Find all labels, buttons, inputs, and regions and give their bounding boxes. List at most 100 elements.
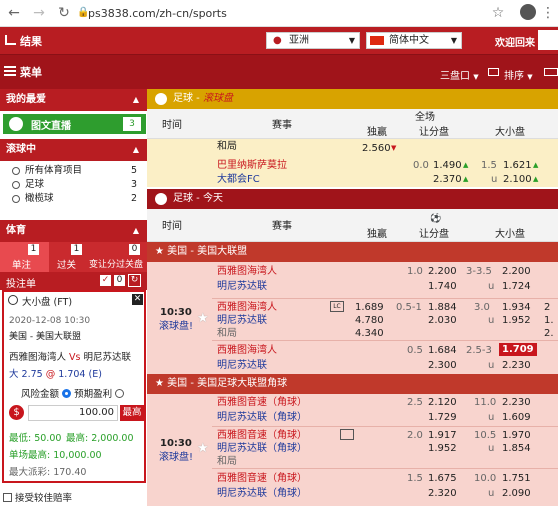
bet-card: 大小盘 (FT) ✕ 2020-12-08 10:30 美国 - 美国大联盟 西… [2, 290, 146, 483]
odds-under[interactable]: 1.609 [502, 411, 531, 424]
odds-1x2-draw[interactable]: 4.340 [355, 327, 384, 340]
market-select[interactable]: 三盘口 ▼ [440, 67, 479, 82]
live-tv-icon[interactable] [340, 429, 354, 440]
live-stream-count: 3 [123, 117, 141, 131]
odds-hdp-away[interactable]: 2.320 [428, 487, 457, 500]
app-topbar: 结果 ● 亚洲 ▼ 简体中文 ▼ 欢迎回来 [0, 27, 558, 54]
favorites-header[interactable]: 我的最爱 ▲ [0, 89, 147, 111]
checkbox-icon[interactable]: ✓ [100, 275, 111, 286]
radio-risk-selected[interactable] [62, 389, 72, 398]
live-tv-icon[interactable]: LC [330, 301, 344, 312]
odds-hdp-away[interactable]: 1.740 [428, 280, 457, 293]
tab-parlay[interactable]: 1 过关 [49, 242, 89, 272]
odds-under[interactable]: 1.952 [502, 314, 531, 327]
odds-under[interactable]: 1.854 [502, 442, 531, 455]
profile-avatar-icon[interactable] [520, 4, 536, 20]
odds-hdp-home[interactable]: 2.120 [428, 396, 457, 409]
tab-single[interactable]: 1 单注 [0, 242, 49, 272]
stake-input[interactable]: 100.00 [28, 405, 118, 421]
odds-over[interactable]: 2.200 [502, 265, 531, 278]
browser-toolbar: ← → ↻ 🔒 ps3838.com/zh-cn/sports ☆ ⋮ [0, 0, 558, 27]
arrow-up-icon: ▲ [533, 161, 539, 169]
league-header[interactable]: ★ 美国 - 美国大联盟 [147, 242, 558, 262]
arrow-up-icon: ▲ [533, 175, 539, 183]
soccer-ball-icon [9, 117, 23, 131]
address-bar[interactable]: ps3838.com/zh-cn/sports [88, 7, 227, 20]
betslip-header: 投注单 ✓ 0 ↻ [0, 272, 147, 290]
sports-header[interactable]: 体育 ▲ [0, 220, 147, 242]
odds-under[interactable]: 1.724 [502, 280, 531, 293]
odds-hdp-home[interactable]: 1.884 [428, 301, 457, 314]
region-select[interactable]: ● 亚洲 ▼ [266, 32, 360, 49]
reload-icon[interactable]: ↻ [56, 5, 72, 21]
odds-hdp-away[interactable]: 1.729 [428, 411, 457, 424]
arrow-down-icon: ▼ [391, 144, 397, 152]
odds-1x2-away[interactable]: 4.780 [355, 314, 384, 327]
language-select[interactable]: 简体中文 ▼ [366, 32, 462, 49]
odds-over[interactable]: 1.751 [502, 472, 531, 485]
odds-over[interactable]: 1.621 [503, 159, 532, 172]
odds-over[interactable]: 1.970 [502, 429, 531, 442]
location-pin-icon: ● [273, 35, 282, 46]
menu-button[interactable]: 菜单 [20, 64, 42, 80]
radio-win[interactable] [115, 389, 125, 398]
checkbox-icon[interactable] [3, 493, 12, 502]
section-live-header[interactable]: 足球 - 滚球盘 [147, 89, 558, 109]
odds-over-selected[interactable]: 1.709 [499, 343, 537, 356]
odds-under[interactable]: 2.230 [502, 359, 531, 372]
hamburger-icon[interactable] [4, 66, 16, 76]
star-icon[interactable]: ★ [155, 246, 164, 257]
bet-match: 西雅图海湾人 Vs 明尼苏达联 [9, 352, 132, 363]
account-icon[interactable] [538, 30, 558, 50]
odds-hdp-away[interactable]: 2.370 [433, 173, 462, 186]
odds-1x2-home[interactable]: 1.689 [355, 301, 384, 314]
welcome-text: 欢迎回来 [495, 38, 535, 49]
table-row: 西雅图音速（角球） 明尼苏达联（角球） 2.5 2.120 1.729 11.0… [212, 394, 558, 427]
forward-icon[interactable]: → [31, 5, 47, 21]
odds-under[interactable]: 2.100 [503, 173, 532, 186]
tab-teaser[interactable]: 0 变让分过关盘 [89, 242, 147, 272]
odds-hdp-away[interactable]: 2.300 [428, 359, 457, 372]
inplay-item-soccer[interactable]: 足球 3 [0, 178, 147, 192]
bookmark-star-icon[interactable]: ☆ [490, 5, 506, 21]
odds-hdp-home[interactable]: 1.675 [428, 472, 457, 485]
back-icon[interactable]: ← [6, 5, 22, 21]
odds-over[interactable]: 1.934 [502, 301, 531, 314]
max-stake-button[interactable]: 最高 [120, 405, 144, 421]
results-link[interactable]: 结果 [20, 33, 42, 49]
odds-under[interactable]: 2.090 [502, 487, 531, 500]
inplay-item-rugby[interactable]: 橄榄球 2 [0, 192, 147, 206]
inplay-header[interactable]: 滚球中 ▲ [0, 139, 147, 161]
odds-hdp-home[interactable]: 1.917 [428, 429, 457, 442]
odds-over[interactable]: 2.230 [502, 396, 531, 409]
arrow-up-icon: ▲ [463, 175, 469, 183]
star-icon[interactable]: ★ [197, 312, 209, 325]
sidebar: 我的最爱 ▲ 图文直播 3 滚球中 ▲ 所有体育项目 5 足球 3 橄榄球 2 体育… [0, 89, 147, 506]
bet-mode-options: 风险金额 预期盈利 [21, 386, 125, 400]
odds-hdp-home[interactable]: 1.684 [428, 344, 457, 357]
league-header[interactable]: ★ 美国 - 美国足球大联盟角球 [147, 374, 558, 394]
odds-hdp-away[interactable]: 1.952 [428, 442, 457, 455]
chevron-down-icon: ▼ [473, 73, 479, 81]
close-icon[interactable]: ✕ [132, 294, 143, 305]
section-today-header[interactable]: 足球 - 今天 [147, 189, 558, 209]
table-row: 西雅图海湾人 明尼苏达联 和局 LC 1.689 4.780 4.340 0.5… [212, 299, 558, 341]
odds-hdp-away[interactable]: 2.030 [428, 314, 457, 327]
radio-icon [12, 181, 20, 189]
odds-draw[interactable]: 2.560 [362, 142, 391, 155]
odds-hdp-home[interactable]: 2.200 [428, 265, 457, 278]
star-icon[interactable]: ★ [197, 442, 209, 455]
browser-menu-icon[interactable]: ⋮ [540, 5, 556, 21]
odds-hdp-home[interactable]: 1.490 [433, 159, 462, 172]
chevron-down-icon: ▼ [348, 36, 355, 45]
star-icon[interactable]: ★ [155, 378, 164, 389]
sort-select[interactable]: 排序 ▼ [504, 67, 533, 82]
odds-display-icon[interactable] [488, 68, 499, 76]
table-row: 西雅图音速（角球） 明尼苏达联（角球） 1.5 1.675 2.320 10.0… [217, 472, 531, 500]
view-toggle-icon[interactable] [544, 68, 558, 76]
inplay-item-all[interactable]: 所有体育项目 5 [0, 164, 147, 178]
live-stream-item[interactable]: 图文直播 3 [3, 114, 146, 134]
refresh-icon[interactable]: ↻ [128, 274, 141, 287]
radio-icon [12, 195, 20, 203]
accept-better-odds[interactable]: 接受较佳赔率 [3, 490, 72, 504]
